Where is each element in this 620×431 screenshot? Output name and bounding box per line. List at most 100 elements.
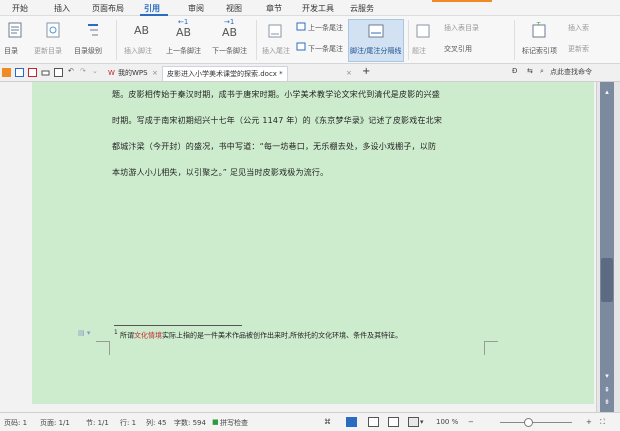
update-toc-icon[interactable] xyxy=(46,22,60,38)
menu-references[interactable]: 引用 xyxy=(144,3,160,14)
status-zoom[interactable]: 100 % xyxy=(436,418,458,426)
menu-chapter[interactable]: 章节 xyxy=(266,3,282,14)
next-endnote-icon[interactable] xyxy=(296,42,306,51)
footnote-separator-line xyxy=(114,325,242,326)
outline-view-icon[interactable] xyxy=(368,417,379,427)
insert-footnote-icon[interactable]: AB xyxy=(134,24,149,37)
footnote-body: 实际上指的是一件美术作品被创作出来时,所依托的文化环境、条件及其特征。 xyxy=(161,331,403,340)
eye-protection-icon[interactable] xyxy=(408,417,419,427)
prev-footnote-button[interactable]: 上一条脚注 xyxy=(166,46,201,56)
view-dropdown-icon[interactable]: ▾ xyxy=(420,418,424,426)
tab-strip: ↶ ↷ ⌄ W 我的WPS × 皮影进入小学美术课堂的探索.docx * × +… xyxy=(0,64,620,82)
command-search-icon[interactable]: ⌕ xyxy=(540,67,544,76)
prev-arrow-icon: ←1 xyxy=(178,18,189,26)
margin-mark-left xyxy=(96,341,110,355)
next-footnote-button[interactable]: 下一条脚注 xyxy=(212,46,247,56)
web-view-icon[interactable] xyxy=(388,417,399,427)
close-doc-tab-icon[interactable]: × xyxy=(346,66,352,81)
next-footnote-icon[interactable]: AB xyxy=(222,26,237,39)
menu-page-layout[interactable]: 页面布局 xyxy=(92,3,124,14)
status-pages[interactable]: 页面: 1/1 xyxy=(40,418,70,428)
spellcheck-icon: ■ xyxy=(212,418,219,426)
mark-entry-button[interactable]: 标记索引项 xyxy=(522,46,557,56)
toc-button[interactable]: 目录 xyxy=(4,46,18,56)
paragraph-line-4: 本坊游人小儿相失，以引聚之。” 足见当时皮影戏极为流行。 xyxy=(112,168,329,177)
menu-cloud[interactable]: 云服务 xyxy=(350,3,374,14)
print-icon[interactable] xyxy=(41,68,50,77)
undo-icon[interactable]: ↶ xyxy=(68,67,74,75)
footnote-highlight: 文化情境 xyxy=(133,331,162,340)
menu-accent-strip xyxy=(432,0,492,2)
ribbon: 目录 更新目录 目录级别 AB 插入脚注 ←1 AB 上一条脚注 →1 AB 下… xyxy=(0,16,620,64)
menu-developer[interactable]: 开发工具 xyxy=(302,3,334,14)
scroll-up-icon[interactable]: ▴ xyxy=(602,88,612,96)
toc-level-button[interactable]: 目录级别 xyxy=(74,46,102,56)
footnote-text: 1 所谓文化情境实际上指的是一件美术作品被创作出来时,所依托的文化环境、条件及其… xyxy=(114,330,402,340)
insert-endnote-button[interactable]: 插入尾注 xyxy=(262,46,290,56)
share-icon[interactable]: ⇆ xyxy=(527,67,533,75)
zoom-slider[interactable] xyxy=(500,422,572,423)
ribbon-divider xyxy=(408,20,409,60)
export-pdf-icon[interactable] xyxy=(28,68,37,77)
page-view-icon[interactable] xyxy=(346,417,357,427)
prev-footnote-icon[interactable]: AB xyxy=(176,26,191,39)
next-arrow-icon: →1 xyxy=(224,18,235,26)
insert-table-of-figures-button[interactable]: 插入表目录 xyxy=(444,23,479,33)
cross-reference-button[interactable]: 交叉引用 xyxy=(444,44,472,54)
scrollbar-track[interactable] xyxy=(600,82,614,412)
tab-mywps[interactable]: 我的WPS xyxy=(118,66,148,81)
status-page-number[interactable]: 页码: 1 xyxy=(4,418,27,428)
skin-icon[interactable]: Đ xyxy=(512,67,517,75)
tab-document[interactable]: 皮影进入小学美术课堂的探索.docx * xyxy=(162,66,288,81)
paragraph-line-3: 都城汴梁（今开封）的盛况，书中写道：“每一坊巷口，无乐棚去处，多设小戏棚子，以防 xyxy=(112,142,437,151)
vertical-scrollbar[interactable]: ▴ ▾ ⇞ ⇟ xyxy=(596,82,620,412)
status-section[interactable]: 节: 1/1 xyxy=(86,418,109,428)
menu-view[interactable]: 视图 xyxy=(226,3,242,14)
menu-insert[interactable]: 插入 xyxy=(54,3,70,14)
status-row[interactable]: 行: 1 xyxy=(120,418,136,428)
status-word-count[interactable]: 字数: 594 xyxy=(174,418,206,428)
menu-home[interactable]: 开始 xyxy=(12,3,28,14)
mywps-icon: W xyxy=(108,69,115,77)
fullscreen-icon[interactable]: ⛶ xyxy=(600,418,605,427)
svg-text:+: + xyxy=(536,22,541,27)
prev-endnote-button[interactable]: 上一条尾注 xyxy=(308,23,343,33)
status-bar: 页码: 1 页面: 1/1 节: 1/1 行: 1 列: 45 字数: 594 … xyxy=(0,412,620,431)
print-preview-icon[interactable] xyxy=(54,68,63,77)
zoom-in-icon[interactable]: + xyxy=(586,418,592,426)
insert-index-button[interactable]: 插入索 xyxy=(568,23,589,33)
zoom-out-icon[interactable]: − xyxy=(468,418,474,426)
scroll-down-icon[interactable]: ▾ xyxy=(602,372,612,380)
prev-endnote-icon[interactable] xyxy=(296,22,306,31)
insert-endnote-icon[interactable] xyxy=(268,24,282,38)
caption-icon[interactable] xyxy=(416,24,430,38)
app-logo-icon[interactable] xyxy=(2,68,11,77)
update-toc-button[interactable]: 更新目录 xyxy=(34,46,62,56)
prev-page-icon[interactable]: ⇞ xyxy=(602,386,612,394)
footnote-handle-icon[interactable]: ▤ ▾ xyxy=(78,329,90,337)
toc-level-icon[interactable] xyxy=(86,22,100,38)
next-page-icon[interactable]: ⇟ xyxy=(602,398,612,406)
footnote-separator-icon[interactable] xyxy=(368,24,384,38)
insert-footnote-button[interactable]: 插入脚注 xyxy=(124,46,152,56)
footnote-separator-button[interactable]: 脚注/尾注分隔线 xyxy=(350,46,401,56)
zoom-slider-knob[interactable] xyxy=(523,418,533,427)
toc-icon[interactable] xyxy=(8,22,22,38)
dropdown-icon[interactable]: ⌄ xyxy=(92,67,98,75)
redo-icon[interactable]: ↷ xyxy=(80,67,86,75)
next-endnote-button[interactable]: 下一条尾注 xyxy=(308,44,343,54)
ribbon-divider xyxy=(116,20,117,60)
read-mode-icon[interactable]: ⌘ xyxy=(324,418,331,426)
update-index-button[interactable]: 更新索 xyxy=(568,44,589,54)
document-page[interactable]: 题。皮影相传始于秦汉时期，成书于唐宋时期。小学美术教学论文宋代到清代是皮影的兴盛… xyxy=(32,82,594,404)
scrollbar-thumb[interactable] xyxy=(601,258,613,302)
menu-review[interactable]: 审阅 xyxy=(188,3,204,14)
save-icon[interactable] xyxy=(15,68,24,77)
status-spellcheck[interactable]: 拼写检查 xyxy=(220,418,248,428)
command-search-input[interactable]: 点此查找命令 xyxy=(550,67,592,77)
new-tab-button[interactable]: + xyxy=(362,66,370,81)
close-tab-icon[interactable]: × xyxy=(152,66,158,81)
caption-button[interactable]: 题注 xyxy=(412,46,426,56)
mark-entry-icon[interactable]: + xyxy=(532,22,546,38)
status-column[interactable]: 列: 45 xyxy=(146,418,167,428)
